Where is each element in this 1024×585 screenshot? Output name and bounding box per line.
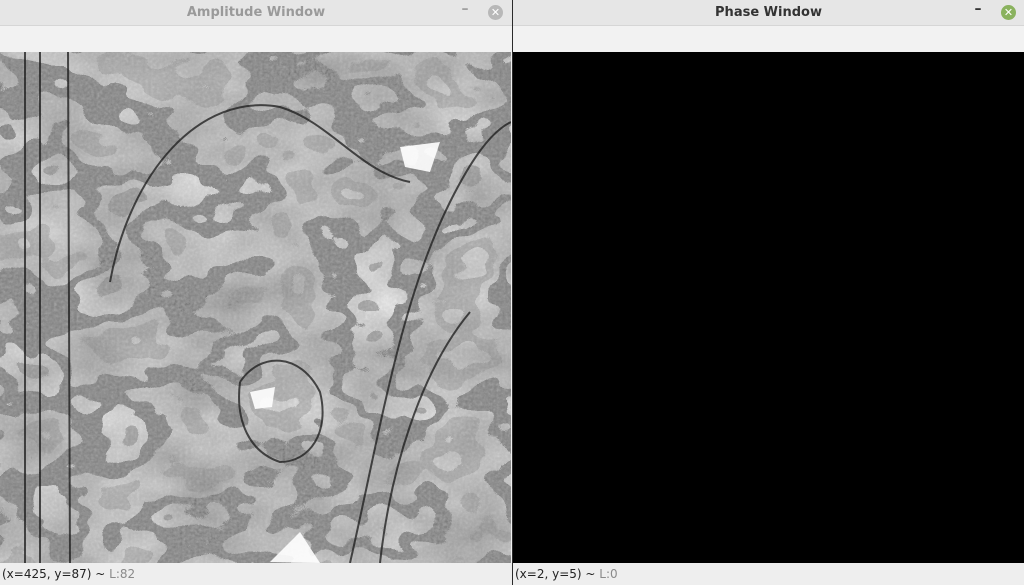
phase-statusbar: (x=2, y=5) ~ L:0 <box>513 563 1024 585</box>
amplitude-window-title: Amplitude Window <box>186 5 326 20</box>
amplitude-statusbar: (x=425, y=87) ~ L:82 <box>0 563 512 585</box>
minimize-icon[interactable]: – <box>970 2 986 18</box>
close-icon[interactable]: ✕ <box>488 5 503 20</box>
phase-window: Phase Window – ✕ (x=2, y=5) ~ L:0 <box>513 0 1024 585</box>
phase-status-coords: (x=2, y=5) ~ <box>515 567 596 581</box>
close-icon[interactable]: ✕ <box>1001 5 1016 20</box>
amplitude-status-level: L:82 <box>105 567 136 581</box>
amplitude-image-graphic <box>0 52 511 563</box>
amplitude-toolbar-area <box>0 26 512 52</box>
phase-window-title: Phase Window <box>715 5 822 20</box>
phase-toolbar-area <box>513 26 1024 52</box>
phase-titlebar[interactable]: Phase Window – ✕ <box>513 0 1024 26</box>
amplitude-window: Amplitude Window – ✕ (x=425, y=87) ~ L:8… <box>0 0 512 585</box>
amplitude-titlebar[interactable]: Amplitude Window – ✕ <box>0 0 512 26</box>
phase-image[interactable] <box>513 52 1024 563</box>
minimize-icon[interactable]: – <box>457 2 473 18</box>
amplitude-status-coords: (x=425, y=87) ~ <box>2 567 106 581</box>
amplitude-image[interactable] <box>0 52 511 563</box>
phase-status-level: L:0 <box>595 567 618 581</box>
